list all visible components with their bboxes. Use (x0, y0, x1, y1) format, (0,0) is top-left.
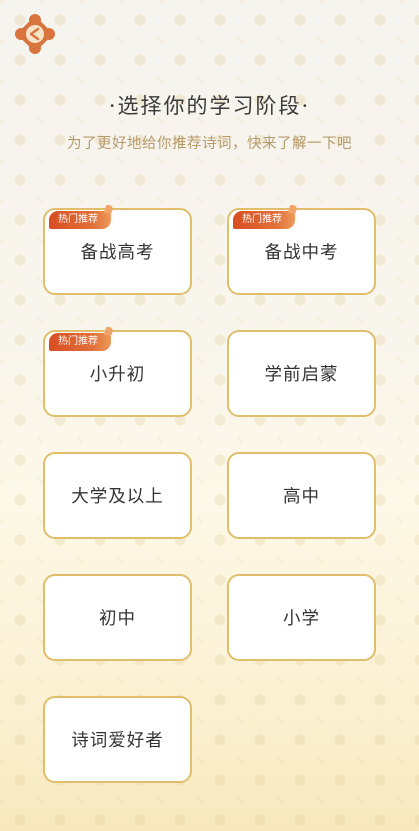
stage-label: 备战高考 (80, 243, 155, 263)
stage-card-primary-school[interactable]: 小学 (227, 574, 376, 661)
stage-grid: 热门推荐 备战高考 热门推荐 备战中考 热门推荐 小升初 学前启蒙 大学及以上 … (43, 208, 376, 783)
stage-card-gaokao[interactable]: 热门推荐 备战高考 (43, 208, 192, 295)
page-title: ·选择你的学习阶段· (108, 94, 311, 118)
stage-label: 大学及以上 (71, 487, 164, 507)
hot-badge: 热门推荐 (49, 211, 111, 229)
page-subtitle: 为了更好地给你推荐诗词，快来了解一下吧 (67, 136, 352, 152)
app-logo-icon[interactable] (14, 13, 56, 55)
stage-label: 小升初 (89, 365, 146, 385)
stage-label: 学前启蒙 (264, 365, 339, 385)
stage-card-poetry-lover[interactable]: 诗词爱好者 (43, 696, 192, 783)
stage-card-high-school[interactable]: 高中 (227, 452, 376, 539)
hot-badge: 热门推荐 (233, 211, 295, 229)
stage-label: 备战中考 (264, 243, 339, 263)
stage-card-preschool[interactable]: 学前启蒙 (227, 330, 376, 417)
stage-card-zhongkao[interactable]: 热门推荐 备战中考 (227, 208, 376, 295)
stage-label: 诗词爱好者 (71, 731, 164, 751)
stage-label: 小学 (283, 609, 320, 629)
stage-label: 初中 (99, 609, 136, 629)
stage-card-university[interactable]: 大学及以上 (43, 452, 192, 539)
stage-label: 高中 (283, 487, 320, 507)
stage-card-middle-school[interactable]: 初中 (43, 574, 192, 661)
hot-badge: 热门推荐 (49, 333, 111, 351)
stage-card-xiaoshengchu[interactable]: 热门推荐 小升初 (43, 330, 192, 417)
